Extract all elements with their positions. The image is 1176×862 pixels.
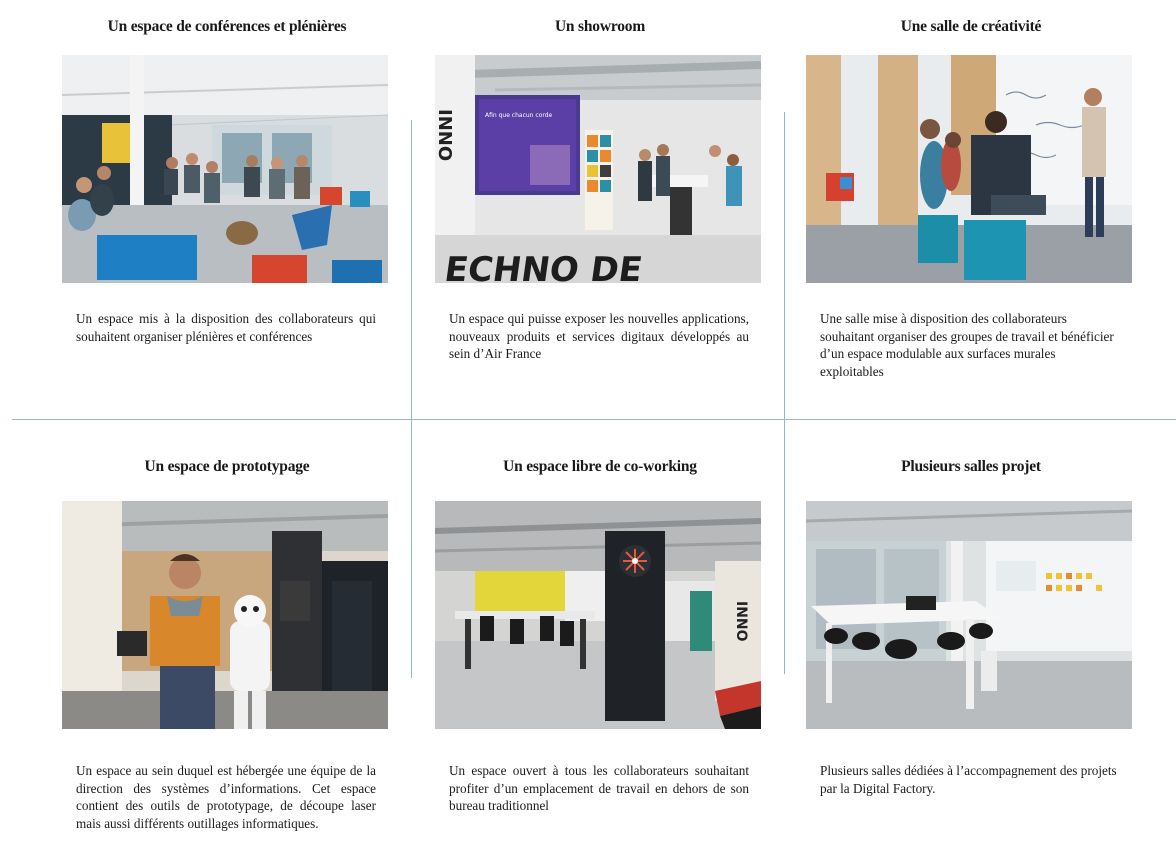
creativity-room-photo [806, 55, 1132, 283]
card-description: Un espace ouvert à tous les collaborateu… [449, 763, 749, 813]
coworking-space-photo: INNO [435, 501, 761, 729]
card-conference-space: Un espace de conférences et plénières Un… [62, 18, 392, 344]
prototyping-space-photo [62, 501, 388, 729]
horizontal-divider [12, 419, 1176, 420]
vertical-divider-right [784, 112, 785, 674]
wall-letters: INNO [733, 601, 749, 642]
card-title: Un espace de conférences et plénières [107, 18, 347, 35]
card-title: Un showroom [554, 18, 646, 35]
card-creativity-room: Une salle de créativité Une salle mise à… [806, 18, 1136, 379]
card-title: Plusieurs salles projet [901, 458, 1041, 475]
screen-text: Afin que chacun corde [485, 112, 553, 119]
card-title: Une salle de créativité [900, 18, 1042, 35]
card-description: Une salle mise à disposition des collabo… [820, 311, 1114, 379]
card-coworking-space: Un espace libre de co-working INNO Un es… [435, 458, 765, 813]
card-title: Un espace de prototypage [144, 458, 310, 475]
card-prototyping-space: Un espace de prototypage Un espace au se… [62, 458, 392, 831]
showroom-photo: INNO Afin que chacun corde ECHNO DE [435, 55, 761, 283]
card-description: Un espace qui puisse exposer les nouvell… [449, 311, 749, 361]
card-description: Un espace mis à la disposition des colla… [76, 311, 376, 344]
floor-letters: ECHNO DE [442, 250, 645, 283]
card-description: Plusieurs salles dédiées à l’accompagnem… [820, 763, 1117, 796]
project-rooms-photo [806, 501, 1132, 729]
conference-room-photo [62, 55, 388, 283]
wall-letters: INNO [435, 109, 455, 161]
card-description: Un espace au sein duquel est hébergée un… [76, 763, 376, 831]
card-title: Un espace libre de co-working [503, 458, 697, 475]
vertical-divider-left [411, 120, 412, 678]
card-project-rooms: Plusieurs salles projet Plusieurs salles… [806, 458, 1136, 796]
card-showroom: Un showroom INNO Afin que chacun corde E… [435, 18, 765, 361]
